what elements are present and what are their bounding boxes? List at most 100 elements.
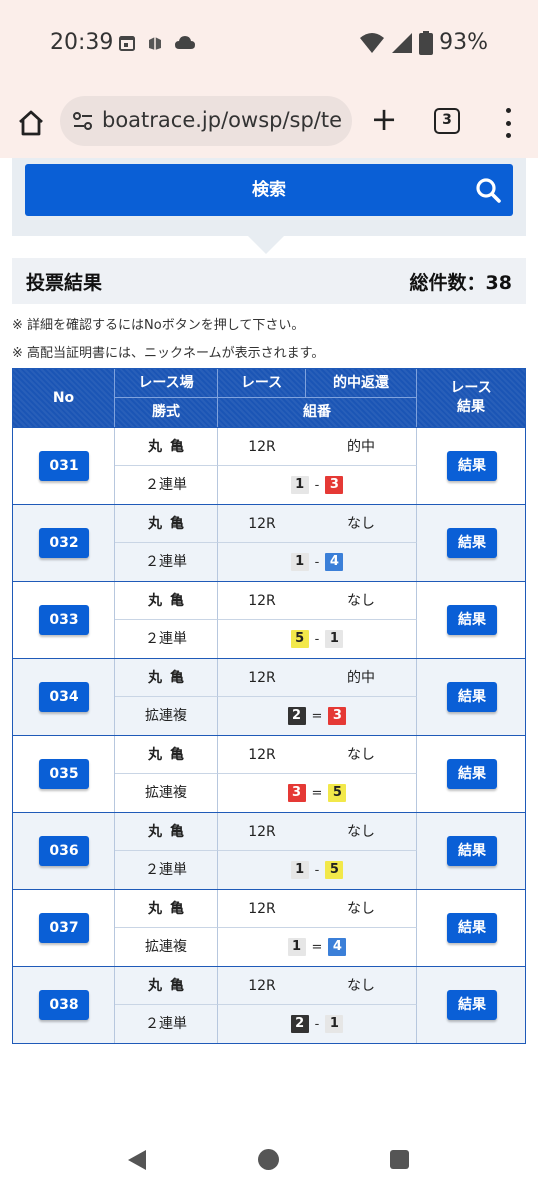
detail-button[interactable]: 031 [39,451,89,481]
more-menu-icon[interactable] [496,108,520,138]
table-row: 035 丸亀 12R なし拡連複 3 = 5 結果 [13,735,525,812]
bet-type-cell: 拡連複 [115,697,218,735]
combo-separator: = [311,785,323,801]
hit-cell: なし [306,736,417,774]
race-cell: 12R [218,428,306,466]
race-cell: 12R [218,813,306,851]
race-result-button[interactable]: 結果 [447,528,497,558]
home-icon[interactable] [16,108,46,138]
address-bar[interactable]: boatrace.jp/owsp/sp/te [60,96,352,146]
no-cell: 034 [13,659,115,735]
detail-button[interactable]: 034 [39,682,89,712]
new-tab-icon[interactable]: + [370,103,398,136]
venue-cell: 丸亀 [115,428,218,466]
combo-cell: 1-3 [218,466,417,504]
tab-switcher-button[interactable]: 3 [434,108,460,134]
bet-type-cell: 拡連複 [115,928,218,966]
race-result-button[interactable]: 結果 [447,913,497,943]
boat-number: 1 [325,1015,344,1033]
boat-number: 1 [290,861,309,879]
detail-button[interactable]: 033 [39,605,89,635]
no-cell: 036 [13,813,115,889]
venue-cell: 丸亀 [115,736,218,774]
result-cell: 結果 [417,890,525,966]
status-time: 20:39 [50,30,114,55]
detail-button[interactable]: 038 [39,990,89,1020]
race-result-button[interactable]: 結果 [447,836,497,866]
race-result-button[interactable]: 結果 [447,759,497,789]
venue-cell: 丸亀 [115,813,218,851]
search-button[interactable]: 検索 [25,164,513,216]
app-icon [149,37,161,50]
race-cell: 12R [218,890,306,928]
results-title: 投票結果 [26,272,103,294]
table-row: 031 丸亀 12R 的中 ２連単 1-3 結果 [13,427,525,504]
results-total: 総件数：38 [409,272,512,294]
note-certificate: ※ 高配当証明書には、ニックネームが表示されます。 [12,346,325,361]
result-cell: 結果 [417,582,525,658]
race-result-button[interactable]: 結果 [447,451,497,481]
combo-cell: 1-5 [218,851,417,889]
bet-type-cell: ２連単 [115,466,218,504]
recents-icon[interactable] [390,1150,409,1169]
bet-type-cell: ２連単 [115,620,218,658]
battery-level: 93% [439,30,488,55]
race-result-button[interactable]: 結果 [447,990,497,1020]
result-cell: 結果 [417,736,525,812]
table-row: 038 丸亀 12R なし ２連単 2-1 結果 [13,966,525,1043]
detail-button[interactable]: 035 [39,759,89,789]
detail-button[interactable]: 037 [39,913,89,943]
table-row: 033 丸亀 12R なし ２連単 5-1 結果 [13,581,525,658]
race-result-button[interactable]: 結果 [447,605,497,635]
table-header: No レース場 レース 的中返還 勝式 組番 レース 結果 [13,369,525,427]
combo-separator: = [311,708,323,724]
home-circle-icon[interactable] [258,1149,279,1170]
header-type: 勝式 [115,398,218,427]
detail-button[interactable]: 036 [39,836,89,866]
page-content: 検索 投票結果 総件数：38 ※ 詳細を確認するにはNoボタンを押して下さい。 … [0,158,538,1062]
result-cell: 結果 [417,505,525,581]
no-cell: 032 [13,505,115,581]
race-cell: 12R [218,736,306,774]
boat-number: 1 [290,476,309,494]
venue-cell: 丸亀 [115,659,218,697]
boat-number: 2 [290,1015,309,1033]
venue-cell: 丸亀 [115,890,218,928]
header-result: レース 結果 [417,379,525,417]
hit-cell: 的中 [306,428,417,466]
bet-type-cell: 拡連複 [115,774,218,812]
table-row: 032 丸亀 12R なし ２連単 1-4 結果 [13,504,525,581]
boat-number: 3 [328,707,347,725]
boat-number: 4 [325,553,344,571]
results-header: 投票結果 総件数：38 [12,258,526,304]
header-no: No [13,369,115,427]
back-icon[interactable] [128,1150,146,1170]
browser-toolbar: boatrace.jp/owsp/sp/te + 3 [0,86,538,158]
venue-cell: 丸亀 [115,582,218,620]
site-settings-icon[interactable] [72,111,94,131]
boat-number: 3 [287,784,306,802]
race-result-button[interactable]: 結果 [447,682,497,712]
search-button-label: 検索 [252,180,286,200]
wifi-icon [360,32,385,53]
no-cell: 031 [13,428,115,504]
combo-separator: = [311,939,323,955]
detail-button[interactable]: 032 [39,528,89,558]
race-cell: 12R [218,967,306,1005]
combo-cell: 5-1 [218,620,417,658]
status-right: 93% [359,30,488,55]
combo-cell: 1 = 4 [218,928,417,966]
combo-cell: 2 = 3 [218,697,417,735]
combo-separator: - [314,477,320,493]
boat-number: 5 [328,784,347,802]
no-cell: 035 [13,736,115,812]
result-cell: 結果 [417,813,525,889]
calendar-icon [119,36,135,51]
boat-number: 2 [287,707,306,725]
table-body: 031 丸亀 12R 的中 ２連単 1-3 結果 032 丸亀 12R なし ２連単 1-4 結果 033 丸… [13,427,525,1043]
boat-number: 1 [325,630,344,648]
result-cell: 結果 [417,428,525,504]
hit-cell: なし [306,890,417,928]
no-cell: 033 [13,582,115,658]
panel-arrow [248,236,284,254]
